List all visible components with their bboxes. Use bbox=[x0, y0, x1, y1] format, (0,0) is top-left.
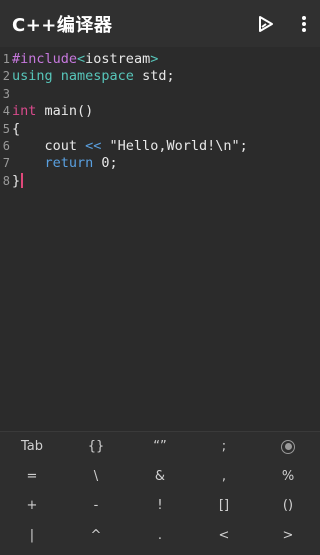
key-quotes[interactable]: “” bbox=[128, 439, 192, 454]
key-percent[interactable]: % bbox=[256, 469, 320, 484]
key-exclamation[interactable]: ! bbox=[128, 498, 192, 513]
code-line: 5 { bbox=[0, 121, 320, 138]
line-number: 2 bbox=[2, 69, 10, 84]
key-pipe[interactable]: | bbox=[0, 528, 64, 543]
code-line: 4 int main() bbox=[0, 103, 320, 120]
key-braces[interactable]: {} bbox=[64, 439, 128, 454]
code-token: iostream bbox=[85, 51, 151, 67]
code-token: 0; bbox=[93, 155, 118, 172]
code-token: int bbox=[12, 103, 37, 120]
key-period[interactable]: . bbox=[128, 528, 192, 543]
line-number: 5 bbox=[2, 121, 10, 136]
key-tab[interactable]: Tab bbox=[0, 439, 64, 454]
line-number: 1 bbox=[2, 52, 10, 66]
code-token: #include bbox=[12, 51, 78, 67]
code-line: 1 #include<iostream> bbox=[0, 51, 320, 68]
line-number: 6 bbox=[2, 138, 10, 153]
line-number: 3 bbox=[2, 86, 10, 101]
code-editor[interactable]: 1 #include<iostream> 2 using namespace s… bbox=[0, 51, 320, 431]
key-parentheses[interactable]: () bbox=[256, 498, 320, 513]
key-ampersand[interactable]: & bbox=[128, 469, 192, 484]
code-text: #include<iostream> bbox=[12, 51, 158, 68]
code-text: using namespace std; bbox=[12, 68, 175, 85]
line-number: 8 bbox=[2, 173, 10, 188]
key-semicolon[interactable]: ; bbox=[192, 439, 256, 454]
code-line: 6 cout << "Hello,World!\n"; bbox=[0, 138, 320, 155]
key-less-than[interactable]: < bbox=[192, 528, 256, 543]
key-greater-than[interactable]: > bbox=[256, 528, 320, 543]
code-token: { bbox=[12, 120, 21, 137]
code-text: } bbox=[12, 172, 24, 190]
key-brackets[interactable]: [] bbox=[192, 498, 256, 513]
code-token: return bbox=[44, 155, 94, 172]
radio-icon bbox=[281, 439, 295, 454]
app-title: C++编译器 bbox=[12, 14, 113, 36]
keyboard-row: = \ & , % bbox=[0, 462, 320, 492]
code-line: 8 } bbox=[0, 173, 320, 190]
key-minus[interactable]: - bbox=[64, 498, 128, 513]
more-options-button[interactable] bbox=[294, 10, 314, 38]
line-number: 4 bbox=[2, 104, 10, 119]
code-token: "Hello,World!\n"; bbox=[101, 137, 248, 154]
code-line: 3 bbox=[0, 86, 320, 103]
app-bar: C++编译器 bbox=[0, 0, 320, 47]
keyboard-row: + - ! [] () bbox=[0, 491, 320, 521]
code-line: 7 return 0; bbox=[0, 155, 320, 172]
code-token: << bbox=[85, 137, 102, 154]
key-equals[interactable]: = bbox=[0, 469, 64, 484]
code-token: main() bbox=[36, 103, 94, 120]
code-token: < bbox=[77, 51, 86, 67]
symbol-keyboard: Tab {} “” ; = \ & , % + - ! [] () | ^ . … bbox=[0, 431, 320, 555]
code-token: > bbox=[150, 51, 159, 67]
appbar-actions bbox=[252, 10, 320, 38]
text-cursor bbox=[21, 173, 24, 189]
more-vert-icon bbox=[302, 15, 306, 32]
code-token: } bbox=[12, 172, 21, 189]
code-token: namespace bbox=[60, 68, 134, 85]
code-text: return 0; bbox=[12, 155, 118, 172]
code-text: int main() bbox=[12, 103, 93, 120]
code-text: { bbox=[12, 121, 20, 138]
key-comma[interactable]: , bbox=[192, 469, 256, 484]
code-token: using bbox=[12, 68, 53, 85]
code-line: 2 using namespace std; bbox=[0, 68, 320, 85]
run-button[interactable] bbox=[252, 10, 280, 38]
line-number: 7 bbox=[2, 156, 10, 171]
key-backslash[interactable]: \ bbox=[64, 469, 128, 484]
keyboard-row: | ^ . < > bbox=[0, 521, 320, 551]
code-token: std; bbox=[133, 68, 175, 85]
code-token: cout bbox=[12, 137, 86, 154]
keyboard-row: Tab {} “” ; bbox=[0, 432, 320, 462]
key-toggle[interactable] bbox=[256, 439, 320, 454]
key-caret[interactable]: ^ bbox=[64, 528, 128, 543]
run-icon bbox=[259, 15, 273, 32]
code-text: cout << "Hello,World!\n"; bbox=[12, 138, 248, 155]
key-plus[interactable]: + bbox=[0, 498, 64, 513]
